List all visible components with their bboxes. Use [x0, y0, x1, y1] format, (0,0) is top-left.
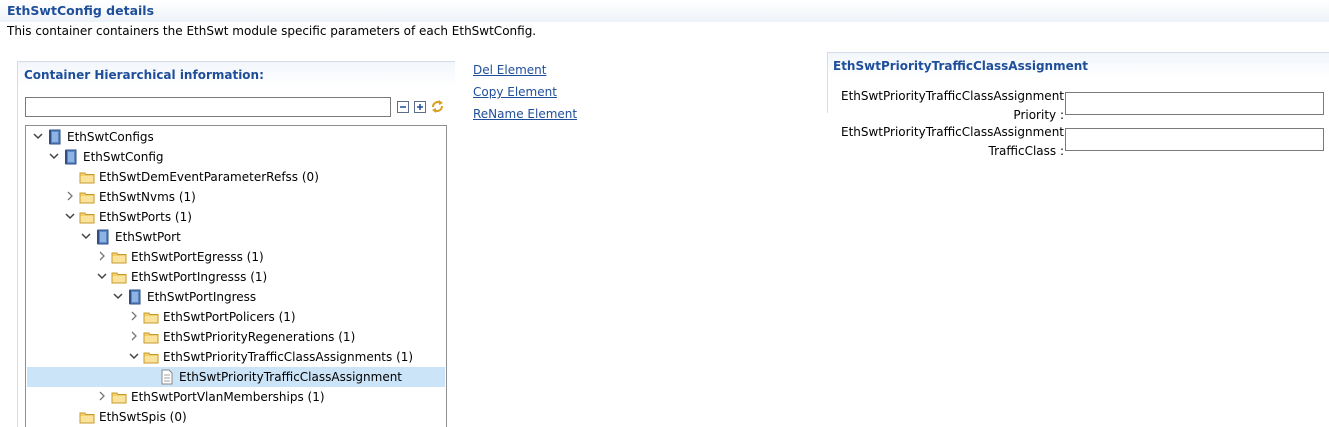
tree-filter-input[interactable] — [25, 97, 391, 117]
folder-icon — [79, 192, 95, 204]
folder-icon — [143, 332, 159, 344]
chevron-down-icon[interactable] — [113, 291, 123, 301]
chevron-down-icon[interactable] — [33, 131, 43, 141]
chevron-right-icon[interactable] — [129, 331, 139, 341]
tree-node[interactable]: EthSwtPriorityRegenerations (1) — [27, 327, 445, 347]
tree-node[interactable]: EthSwtPortVlanMemberships (1) — [27, 387, 445, 407]
rename-element-link[interactable]: ReName Element — [473, 107, 577, 121]
tree-node-label: EthSwtConfigs — [67, 130, 154, 144]
tree-node-label: EthSwtPorts (1) — [99, 210, 192, 224]
priority-input[interactable] — [1065, 92, 1324, 115]
tree-node[interactable]: EthSwtPort — [27, 227, 445, 247]
tree-node-label: EthSwtPort — [115, 230, 181, 244]
tree-node[interactable]: EthSwtPortPolicers (1) — [27, 307, 445, 327]
tree-node-label: EthSwtPortIngress — [147, 290, 257, 304]
chevron-down-icon[interactable] — [81, 231, 91, 241]
tree-node[interactable]: EthSwtPriorityTrafficClassAssignment — [27, 367, 445, 387]
traffic-class-input[interactable] — [1065, 128, 1324, 151]
tree-node[interactable]: EthSwtPriorityTrafficClassAssignments (1… — [27, 347, 445, 367]
tree-node-label: EthSwtDemEventParameterRefss (0) — [99, 170, 319, 184]
expand-all-icon[interactable] — [414, 101, 426, 113]
section-title: Container Hierarchical information: — [24, 68, 264, 82]
tree-node-label: EthSwtPortVlanMemberships (1) — [131, 390, 325, 404]
folder-icon — [79, 172, 95, 184]
tree-node-label: EthSwtPortEgresss (1) — [131, 250, 264, 264]
header-band — [0, 0, 1329, 22]
collapse-all-icon[interactable] — [397, 101, 409, 113]
details-title: EthSwtPriorityTrafficClassAssignment — [833, 59, 1089, 73]
folder-icon — [111, 392, 127, 404]
tree-node[interactable]: EthSwtConfigs — [27, 127, 445, 147]
tree-node-label: EthSwtPortPolicers (1) — [163, 310, 296, 324]
page-title: EthSwtConfig details — [7, 3, 155, 18]
traffic-class-label: EthSwtPriorityTrafficClassAssignmentTraf… — [840, 125, 1064, 158]
chevron-down-icon[interactable] — [129, 351, 139, 361]
module-icon — [65, 149, 77, 165]
tree-node[interactable]: EthSwtNvms (1) — [27, 187, 445, 207]
folder-icon — [111, 252, 127, 264]
page-description: This container containers the EthSwt mod… — [7, 24, 537, 38]
tree-node-label: EthSwtPriorityTrafficClassAssignment — [179, 370, 403, 384]
priority-label: EthSwtPriorityTrafficClassAssignmentPrio… — [840, 89, 1064, 122]
chevron-down-icon[interactable] — [49, 151, 59, 161]
folder-icon — [111, 272, 127, 284]
tree-node[interactable]: EthSwtDemEventParameterRefss (0) — [27, 167, 445, 187]
sync-icon[interactable] — [430, 99, 445, 114]
folder-icon — [143, 352, 159, 364]
chevron-down-icon[interactable] — [65, 211, 75, 221]
tree-node[interactable]: EthSwtPortIngress — [27, 287, 445, 307]
module-icon — [49, 129, 61, 145]
module-icon — [129, 289, 141, 305]
chevron-right-icon[interactable] — [65, 191, 75, 201]
chevron-right-icon[interactable] — [97, 391, 107, 401]
folder-icon — [79, 212, 95, 224]
del-element-link[interactable]: Del Element — [473, 63, 546, 77]
tree-node-label: EthSwtSpis (0) — [99, 410, 187, 424]
tree-node[interactable]: EthSwtPortIngresss (1) — [27, 267, 445, 287]
folder-icon — [79, 412, 95, 424]
copy-element-link[interactable]: Copy Element — [473, 85, 557, 99]
container-tree[interactable]: EthSwtConfigs EthSwtConfig EthSwtDemEventP… — [25, 125, 447, 427]
tree-node-label: EthSwtPortIngresss (1) — [131, 270, 268, 284]
folder-icon — [143, 312, 159, 324]
chevron-right-icon[interactable] — [97, 251, 107, 261]
tree-node-label: EthSwtConfig — [83, 150, 164, 164]
tree-node-label: EthSwtNvms (1) — [99, 190, 196, 204]
tree-node-label: EthSwtPriorityTrafficClassAssignments (1… — [163, 350, 414, 364]
tree-node[interactable]: EthSwtPorts (1) — [27, 207, 445, 227]
chevron-right-icon[interactable] — [129, 311, 139, 321]
document-icon — [161, 369, 173, 385]
tree-node[interactable]: EthSwtConfig — [27, 147, 445, 167]
tree-node-label: EthSwtPriorityRegenerations (1) — [163, 330, 356, 344]
tree-node[interactable]: EthSwtPortEgresss (1) — [27, 247, 445, 267]
module-icon — [97, 229, 109, 245]
chevron-down-icon[interactable] — [97, 271, 107, 281]
tree-node[interactable]: EthSwtSpis (0) — [27, 407, 445, 427]
